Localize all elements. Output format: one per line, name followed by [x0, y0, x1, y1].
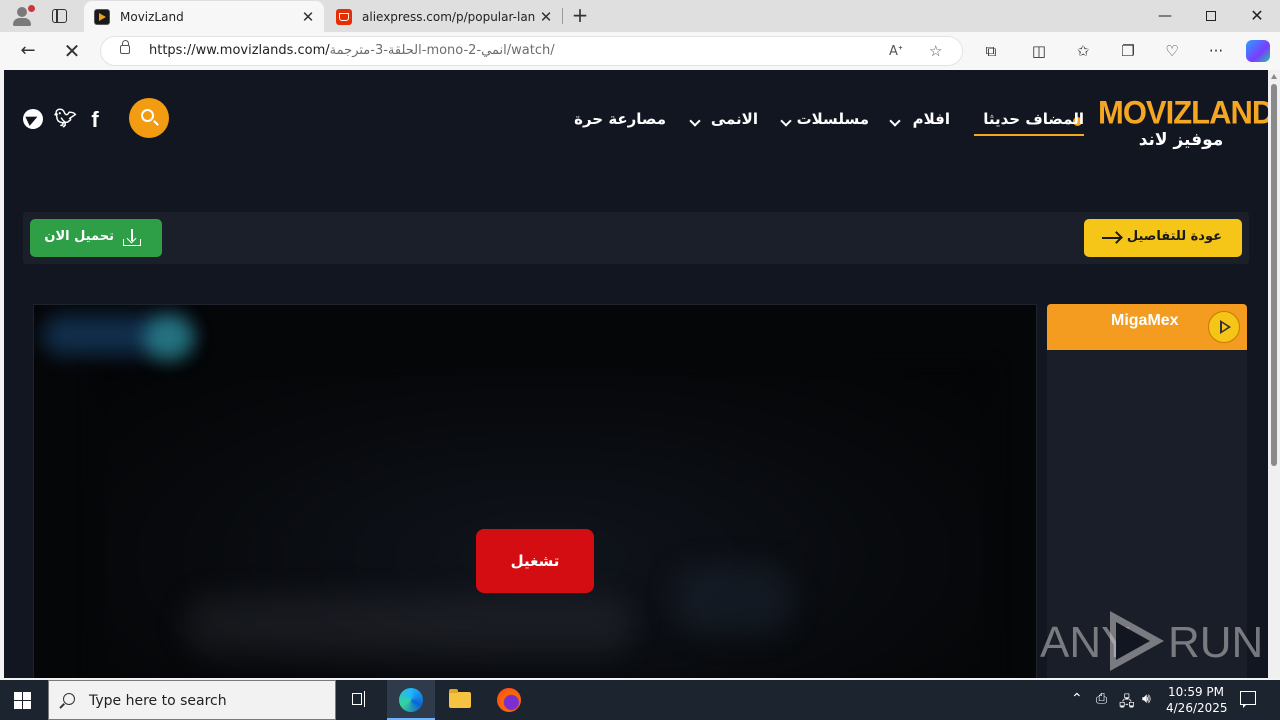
profile-icon[interactable]	[10, 5, 35, 27]
play-triangle-icon	[1110, 611, 1164, 671]
blurred-overlay	[144, 315, 194, 361]
network-icon[interactable]: 🖧︎	[1119, 691, 1135, 715]
chevron-down-icon	[689, 115, 701, 127]
chevron-down-icon	[780, 115, 792, 127]
site-logo[interactable]: MOVIZLAND موفيز لاند	[1098, 94, 1268, 150]
nav-item-series[interactable]: مسلسلات	[779, 110, 869, 136]
movizland-favicon-icon	[94, 8, 110, 25]
nav-item-films[interactable]: افلام	[888, 110, 950, 136]
task-view-icon[interactable]	[336, 680, 384, 720]
chevron-down-icon	[889, 115, 901, 127]
back-arrow-icon[interactable]: ←	[17, 40, 39, 62]
nav-label: مصارعة حرة	[574, 110, 666, 128]
button-label: عودة للتفاصيل	[1126, 229, 1222, 244]
stop-loading-icon[interactable]: ✕	[61, 40, 83, 62]
extensions-icon[interactable]: ⧉	[980, 40, 1002, 62]
new-tab-button[interactable]: +	[569, 4, 591, 26]
taskbar-search-box[interactable]: Type here to search	[48, 680, 336, 720]
nav-item-wrestling[interactable]: مصارعة حرة	[574, 110, 666, 136]
browser-tab-bar: MovizLand ✕ aliexpress.com/p/popular-lan…	[0, 0, 1280, 32]
close-window-button[interactable]: ✕	[1234, 0, 1280, 32]
volume-icon[interactable]: 🔊︎	[1142, 691, 1151, 707]
split-screen-icon[interactable]: ◫	[1028, 40, 1050, 62]
favorite-star-icon[interactable]: ☆	[929, 42, 942, 60]
close-tab-icon[interactable]: ✕	[536, 8, 556, 26]
facebook-icon[interactable]: f	[84, 108, 106, 132]
windows-start-icon[interactable]	[14, 692, 32, 710]
copilot-icon[interactable]	[1246, 40, 1270, 62]
tab-title: MovizLand	[120, 9, 184, 24]
search-icon	[63, 693, 75, 705]
video-player[interactable]: تشغيل	[33, 304, 1037, 678]
notification-icon[interactable]	[1240, 691, 1256, 708]
blurred-overlay	[674, 565, 794, 635]
url-host: https://ww.movizlands.com/	[149, 43, 330, 58]
logo-text-en: MOVIZLAND	[1098, 94, 1268, 131]
address-bar[interactable]: https://ww.movizlands.com/الحلقة-3-مترجم…	[100, 36, 963, 66]
nav-item-anime[interactable]: الانمى	[688, 110, 758, 136]
tab-title: aliexpress.com/p/popular-landin	[362, 9, 536, 24]
system-clock[interactable]: 10:59 PM 4/26/2025	[1166, 684, 1228, 716]
browser-toolbar: ← ✕ https://ww.movizlands.com/الحلقة-3-م…	[0, 32, 1280, 70]
tab-movizland[interactable]: MovizLand ✕	[84, 1, 324, 32]
maximize-button[interactable]	[1188, 0, 1234, 32]
url-path: الحلقة-3-مترجمة-mono-2-انمي/watch/	[329, 43, 555, 58]
file-explorer-icon[interactable]	[435, 680, 483, 720]
more-options-icon[interactable]: ···	[1205, 40, 1227, 62]
site-search-button[interactable]	[129, 98, 169, 138]
server-name: MigaMex	[1111, 312, 1179, 329]
play-circle-icon	[1208, 311, 1240, 343]
nav-label: افلام	[912, 110, 950, 128]
lock-icon[interactable]	[120, 40, 130, 54]
windows-taskbar: Type here to search ⌃ ⎙ 🖧︎ 🔊︎ 10:59 PM 4…	[0, 680, 1280, 720]
show-hidden-icons-chevron-icon[interactable]: ⌃	[1071, 691, 1083, 707]
webpage: MOVIZLAND موفيز لاند المضاف حديثا افلام …	[4, 70, 1268, 678]
play-button[interactable]: تشغيل	[476, 529, 594, 593]
page-scrollbar[interactable]	[1268, 70, 1280, 678]
url-text[interactable]: https://ww.movizlands.com/الحلقة-3-مترجم…	[149, 43, 555, 58]
taskbar-search-placeholder: Type here to search	[89, 693, 227, 709]
nav-label: مسلسلات	[796, 110, 869, 128]
tab-aliexpress[interactable]: aliexpress.com/p/popular-landin ✕	[326, 1, 562, 32]
scroll-up-icon[interactable]	[1271, 74, 1277, 79]
action-bar: عودة للتفاصيل تحميل الان	[23, 212, 1249, 264]
clock-date: 4/26/2025	[1166, 701, 1228, 715]
favorites-icon[interactable]: ✩	[1072, 40, 1094, 62]
back-to-details-button[interactable]: عودة للتفاصيل	[1084, 219, 1242, 257]
logo-text-ar: موفيز لاند	[1138, 130, 1224, 150]
watermark-text: RUN	[1168, 618, 1264, 667]
nav-item-recent[interactable]: المضاف حديثا	[974, 110, 1084, 136]
aliexpress-favicon-icon	[336, 8, 352, 25]
search-icon	[141, 109, 154, 122]
arrow-right-icon	[1102, 237, 1120, 239]
browser-essentials-icon[interactable]: ♡	[1161, 40, 1183, 62]
button-label: تحميل الان	[44, 229, 114, 244]
read-aloud-icon[interactable]: Aᐩ	[889, 44, 903, 59]
collections-icon[interactable]: ❐	[1117, 40, 1139, 62]
download-now-button[interactable]: تحميل الان	[30, 219, 162, 257]
close-tab-icon[interactable]: ✕	[298, 8, 318, 26]
twitter-icon[interactable]: 🐦︎	[54, 108, 77, 130]
tab-divider	[562, 8, 563, 24]
telegram-icon[interactable]	[22, 108, 44, 130]
blurred-overlay	[184, 595, 634, 655]
device-icon[interactable]: ⎙	[1096, 691, 1107, 707]
download-icon	[123, 229, 141, 247]
restore-icon	[1206, 11, 1216, 21]
scroll-thumb[interactable]	[1271, 84, 1277, 466]
tab-actions-icon[interactable]	[52, 9, 67, 23]
nav-label: المضاف حديثا	[983, 110, 1084, 128]
anyrun-watermark: ANY RUN	[1036, 608, 1263, 678]
server-item-migamex[interactable]: MigaMex	[1047, 304, 1247, 350]
firefox-icon[interactable]	[484, 680, 532, 720]
edge-browser-icon[interactable]	[387, 680, 435, 720]
clock-time: 10:59 PM	[1168, 685, 1224, 699]
minimize-button[interactable]: —	[1142, 0, 1188, 32]
nav-label: الانمى	[710, 110, 758, 128]
